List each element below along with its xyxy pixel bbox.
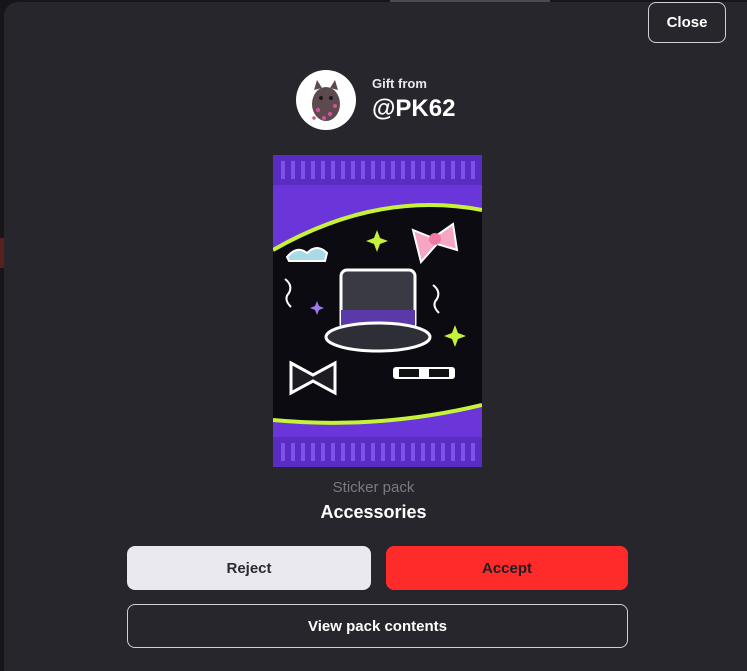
reject-button[interactable]: Reject [127, 546, 371, 590]
close-button[interactable]: Close [648, 2, 726, 43]
gift-from-label: Gift from [372, 76, 427, 91]
sticker-pack-image[interactable] [272, 155, 483, 467]
gift-sender: Gift from @PK62 [296, 70, 455, 130]
sender-avatar[interactable] [296, 70, 356, 130]
pack-name: Accessories [320, 502, 427, 522]
sticker-pack-icon [272, 155, 483, 467]
view-pack-contents-button[interactable]: View pack contents [127, 604, 628, 648]
sender-handle[interactable]: @PK62 [372, 94, 455, 124]
accept-button[interactable]: Accept [386, 546, 628, 590]
pack-type-label: Sticker pack [332, 479, 415, 496]
cat-avatar-icon [312, 80, 340, 121]
